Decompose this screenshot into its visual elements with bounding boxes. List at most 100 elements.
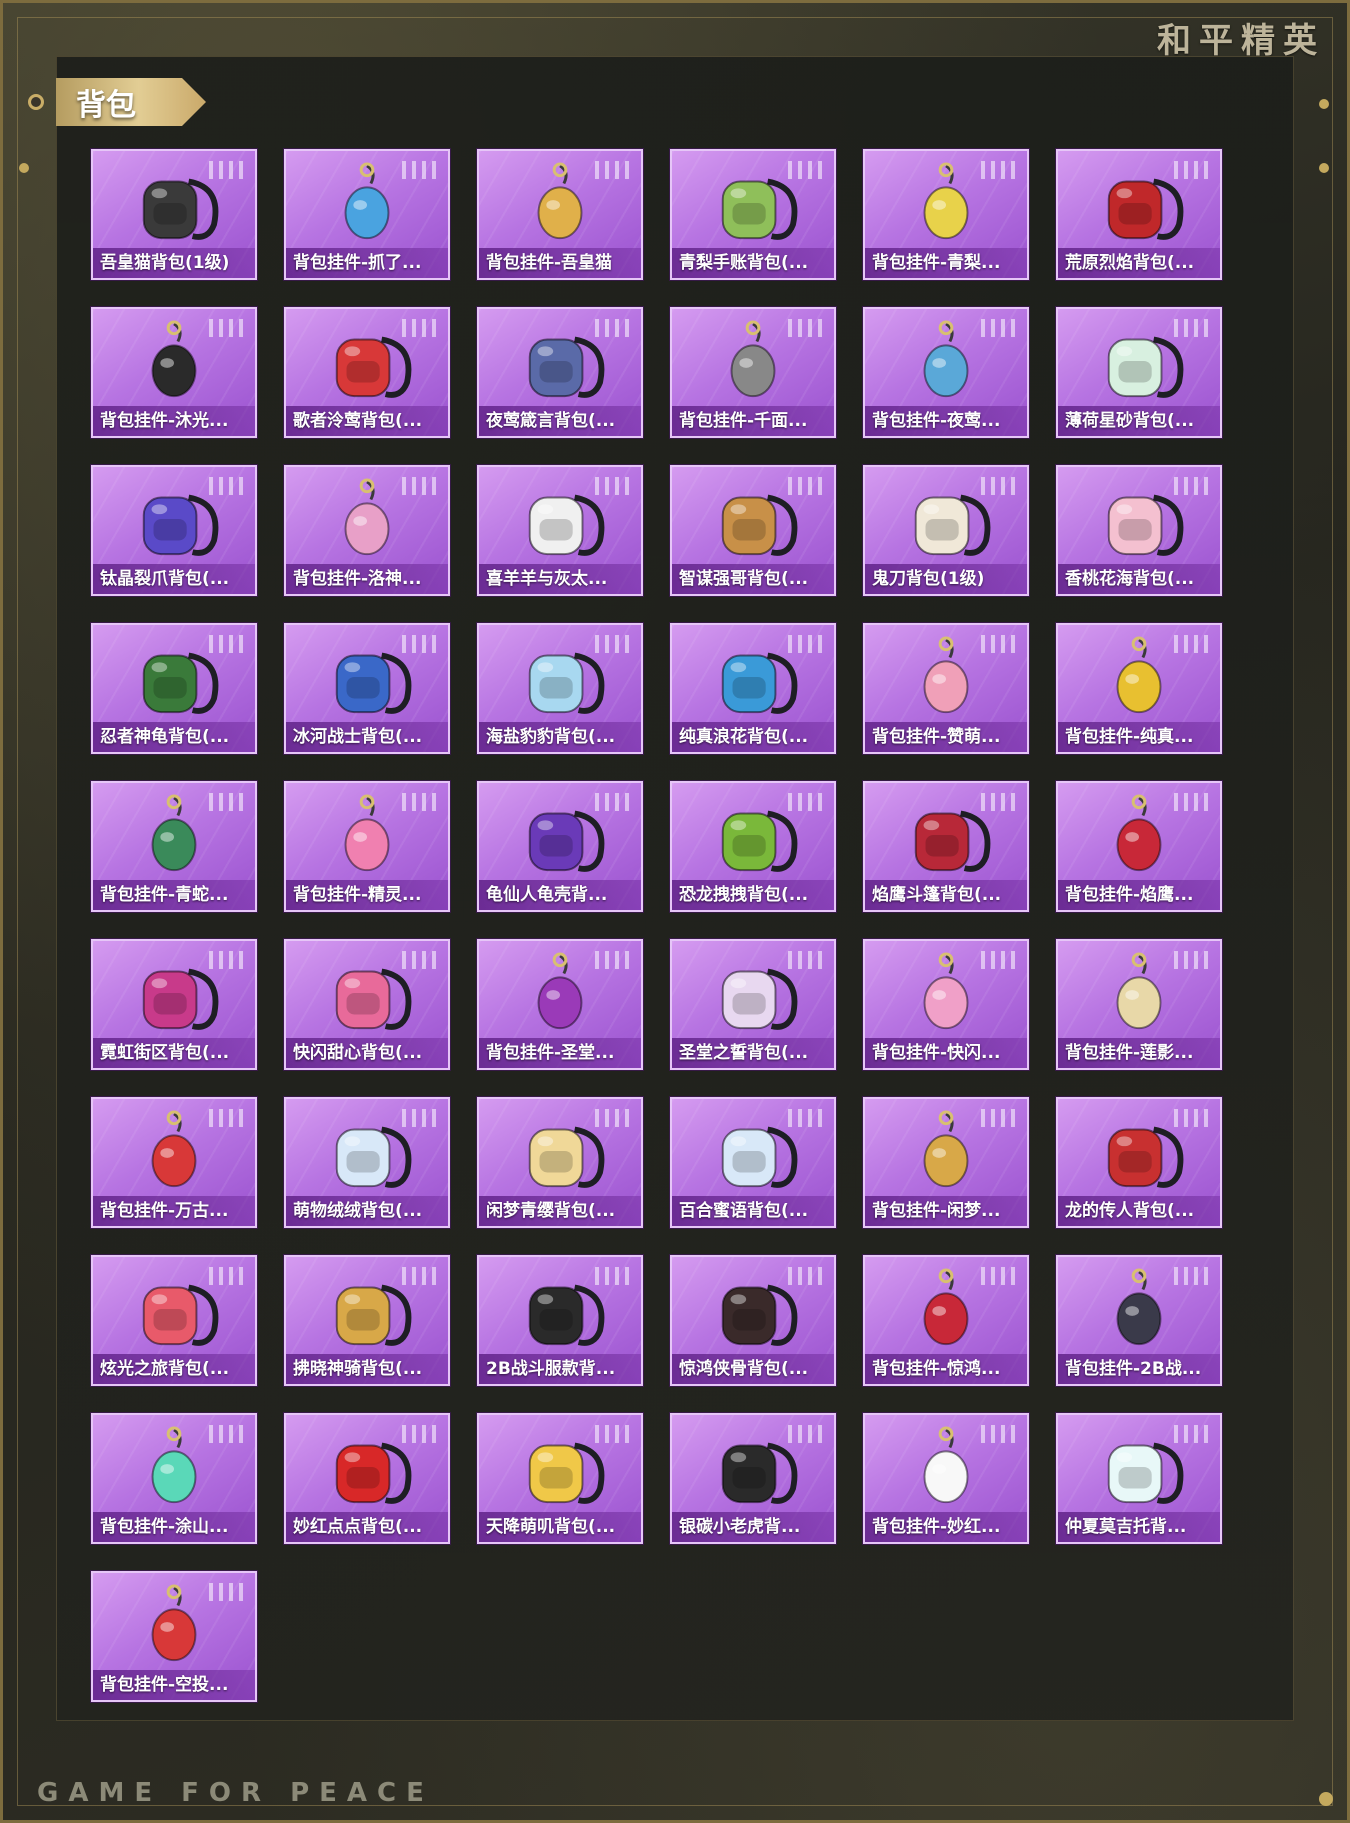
item-name: 喜羊羊与灰太... xyxy=(479,564,641,594)
item-name: 背包挂件-夜莺... xyxy=(865,406,1027,436)
item-card[interactable]: 霓虹街区背包(... xyxy=(91,939,257,1070)
item-card[interactable]: 拂晓神骑背包(... xyxy=(284,1255,450,1386)
item-card[interactable]: 吾皇猫背包(1级) xyxy=(91,149,257,280)
item-card[interactable]: 背包挂件-空投... xyxy=(91,1571,257,1702)
item-card[interactable]: 龟仙人龟壳背... xyxy=(477,781,643,912)
item-card[interactable]: 闲梦青缨背包(... xyxy=(477,1097,643,1228)
item-name: 背包挂件-青梨... xyxy=(865,248,1027,278)
item-card[interactable]: 背包挂件-惊鸿... xyxy=(863,1255,1029,1386)
corner-dot xyxy=(19,163,29,173)
item-card[interactable]: 背包挂件-精灵... xyxy=(284,781,450,912)
item-card[interactable]: 背包挂件-妙红... xyxy=(863,1413,1029,1544)
section-title-tab: 背包 xyxy=(56,78,206,126)
item-card[interactable]: 天降萌叽背包(... xyxy=(477,1413,643,1544)
item-name: 霓虹街区背包(... xyxy=(93,1038,255,1068)
dino-backpack-icon xyxy=(672,789,834,881)
item-card[interactable]: 背包挂件-涂山... xyxy=(91,1413,257,1544)
wing-heart-charm-icon xyxy=(286,789,448,881)
item-card[interactable]: 2B战斗服款背... xyxy=(477,1255,643,1386)
item-name: 龙的传人背包(... xyxy=(1058,1196,1220,1226)
item-card[interactable]: 冰河战士背包(... xyxy=(284,623,450,754)
item-card[interactable]: 喜羊羊与灰太... xyxy=(477,465,643,596)
crystal-backpack-icon xyxy=(93,473,255,565)
item-card[interactable]: 背包挂件-夜莺... xyxy=(863,307,1029,438)
item-card[interactable]: 萌物绒绒背包(... xyxy=(284,1097,450,1228)
ice-backpack-icon xyxy=(286,631,448,723)
section-title: 背包 xyxy=(76,88,136,123)
item-name: 歌者泠莺背包(... xyxy=(286,406,448,436)
item-card[interactable]: 妙红点点背包(... xyxy=(284,1413,450,1544)
sheep-backpack-icon xyxy=(479,473,641,565)
anchor-charm-icon xyxy=(286,157,448,249)
fan-charm-icon xyxy=(865,1105,1027,1197)
item-card[interactable]: 夜莺箴言背包(... xyxy=(477,307,643,438)
item-card[interactable]: 背包挂件-千面... xyxy=(670,307,836,438)
item-card[interactable]: 圣堂之誓背包(... xyxy=(670,939,836,1070)
item-card[interactable]: 背包挂件-青蛇... xyxy=(91,781,257,912)
item-card[interactable]: 仲夏莫吉托背... xyxy=(1056,1413,1222,1544)
item-name: 背包挂件-快闪... xyxy=(865,1038,1027,1068)
item-card[interactable]: 背包挂件-吾皇猫 xyxy=(477,149,643,280)
item-card[interactable]: 智谋强哥背包(... xyxy=(670,465,836,596)
item-card[interactable]: 背包挂件-纯真... xyxy=(1056,623,1222,754)
armor-backpack-icon xyxy=(672,1263,834,1355)
tiger-backpack-icon xyxy=(672,1421,834,1513)
item-card[interactable]: 背包挂件-焰鹰... xyxy=(1056,781,1222,912)
item-card[interactable]: 背包挂件-青梨... xyxy=(863,149,1029,280)
item-card[interactable]: 薄荷星砂背包(... xyxy=(1056,307,1222,438)
item-name: 背包挂件-万古... xyxy=(93,1196,255,1226)
item-card[interactable]: 背包挂件-沐光... xyxy=(91,307,257,438)
item-card[interactable]: 背包挂件-快闪... xyxy=(863,939,1029,1070)
item-name: 香桃花海背包(... xyxy=(1058,564,1220,594)
item-name: 焰鹰斗篷背包(... xyxy=(865,880,1027,910)
cup-backpack-icon xyxy=(672,631,834,723)
item-card[interactable]: 香桃花海背包(... xyxy=(1056,465,1222,596)
bunny-backpack-icon xyxy=(286,1105,448,1197)
item-card[interactable]: 背包挂件-闲梦... xyxy=(863,1097,1029,1228)
item-card[interactable]: 背包挂件-圣堂... xyxy=(477,939,643,1070)
item-name: 炫光之旅背包(... xyxy=(93,1354,255,1384)
key-backpack-icon xyxy=(479,315,641,407)
bow-charm-icon xyxy=(286,473,448,565)
title-knob-icon xyxy=(28,94,44,110)
item-card[interactable]: 钛晶裂爪背包(... xyxy=(91,465,257,596)
tassel-charm-icon xyxy=(1058,789,1220,881)
item-card[interactable]: 纯真浪花背包(... xyxy=(670,623,836,754)
item-card[interactable]: 惊鸿侠骨背包(... xyxy=(670,1255,836,1386)
item-name: 背包挂件-青蛇... xyxy=(93,880,255,910)
pig-charm-icon xyxy=(865,631,1027,723)
neon-backpack-icon xyxy=(93,947,255,1039)
item-card[interactable]: 百合蜜语背包(... xyxy=(670,1097,836,1228)
item-name: 背包挂件-空投... xyxy=(93,1670,255,1700)
orb-charm-icon xyxy=(479,947,641,1039)
item-name: 智谋强哥背包(... xyxy=(672,564,834,594)
item-card[interactable]: 背包挂件-洛神... xyxy=(284,465,450,596)
item-card[interactable]: 背包挂件-2B战... xyxy=(1056,1255,1222,1386)
item-card[interactable]: 荒原烈焰背包(... xyxy=(1056,149,1222,280)
item-card[interactable]: 龙的传人背包(... xyxy=(1056,1097,1222,1228)
corner-dot xyxy=(1319,99,1329,109)
item-name: 圣堂之誓背包(... xyxy=(672,1038,834,1068)
item-card[interactable]: 背包挂件-抓了... xyxy=(284,149,450,280)
peach-backpack-icon xyxy=(1058,473,1220,565)
item-card[interactable]: 快闪甜心背包(... xyxy=(284,939,450,1070)
item-name: 萌物绒绒背包(... xyxy=(286,1196,448,1226)
item-card[interactable]: 恐龙拽拽背包(... xyxy=(670,781,836,912)
key-charm-icon xyxy=(1058,631,1220,723)
item-card[interactable]: 海盐豹豹背包(... xyxy=(477,623,643,754)
item-card[interactable]: 青梨手账背包(... xyxy=(670,149,836,280)
item-card[interactable]: 鬼刀背包(1级) xyxy=(863,465,1029,596)
item-card[interactable]: 背包挂件-万古... xyxy=(91,1097,257,1228)
item-card[interactable]: 银碳小老虎背... xyxy=(670,1413,836,1544)
item-name: 恐龙拽拽背包(... xyxy=(672,880,834,910)
item-card[interactable]: 焰鹰斗篷背包(... xyxy=(863,781,1029,912)
item-card[interactable]: 背包挂件-赞萌... xyxy=(863,623,1029,754)
item-card[interactable]: 歌者泠莺背包(... xyxy=(284,307,450,438)
item-name: 背包挂件-妙红... xyxy=(865,1512,1027,1542)
knight-backpack-icon xyxy=(286,1263,448,1355)
item-card[interactable]: 忍者神龟背包(... xyxy=(91,623,257,754)
item-name: 百合蜜语背包(... xyxy=(672,1196,834,1226)
item-card[interactable]: 炫光之旅背包(... xyxy=(91,1255,257,1386)
item-card[interactable]: 背包挂件-莲影... xyxy=(1056,939,1222,1070)
pouch-backpack-icon xyxy=(286,315,448,407)
